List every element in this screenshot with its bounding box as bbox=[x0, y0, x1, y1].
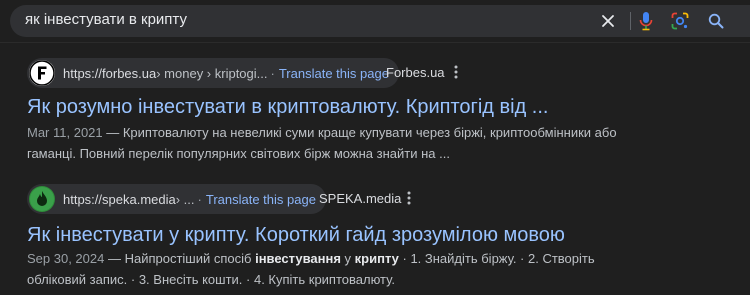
more-options-icon[interactable] bbox=[403, 190, 415, 206]
search-icon[interactable] bbox=[706, 11, 726, 31]
snippet-text: у bbox=[340, 251, 355, 266]
snippet-text-line2: обліковий запис. · 3. Внесіть кошти. · 4… bbox=[27, 272, 395, 287]
more-options-icon[interactable] bbox=[450, 64, 462, 80]
separator-dot: · bbox=[270, 65, 275, 81]
result-url-domain: https://speka.media bbox=[63, 191, 176, 207]
result-source-name: Forbes.ua bbox=[386, 65, 445, 80]
translate-link[interactable]: Translate this page bbox=[279, 66, 389, 81]
snippet-text: — Найпростіший спосіб bbox=[104, 251, 256, 266]
speka-flame-icon bbox=[29, 186, 55, 212]
result-date: Mar 11, 2021 bbox=[27, 125, 103, 140]
result-site-chip[interactable]: https://speka.media › ... · Translate th… bbox=[27, 184, 326, 214]
close-icon[interactable] bbox=[598, 11, 618, 31]
result-source-name: SPEKA.media bbox=[319, 191, 402, 206]
search-divider bbox=[630, 12, 631, 30]
snippet-text: · 1. Знайдіть біржу. · 2. Створіть bbox=[398, 251, 595, 266]
result-url-path: › money › kriptogi... bbox=[156, 65, 268, 81]
translate-link[interactable]: Translate this page bbox=[206, 192, 316, 207]
separator-dot: · bbox=[197, 191, 202, 207]
result-title-link[interactable]: Як розумно інвестувати в криптовалюту. К… bbox=[27, 96, 548, 119]
result-date: Sep 30, 2024 bbox=[27, 251, 105, 266]
result-title-link[interactable]: Як інвестувати у крипту. Короткий гайд з… bbox=[27, 224, 565, 247]
result-snippet: Mar 11, 2021 — Криптовалюту на невеликі … bbox=[27, 122, 747, 164]
snippet-text-line2: гаманці. Повний перелік популярних світо… bbox=[27, 146, 450, 161]
header-divider bbox=[0, 42, 750, 43]
snippet-highlight: інвестування bbox=[255, 251, 341, 266]
lens-icon[interactable] bbox=[670, 11, 690, 31]
snippet-highlight: крипту bbox=[354, 251, 399, 266]
search-bar[interactable]: як інвестувати в крипту bbox=[10, 5, 750, 37]
forbes-f-icon bbox=[29, 60, 55, 86]
result-url-domain: https://forbes.ua bbox=[63, 65, 157, 81]
result-snippet: Sep 30, 2024 — Найпростіший спосіб інвес… bbox=[27, 248, 747, 290]
snippet-text: — Криптовалюту на невеликі суми краще ку… bbox=[102, 125, 617, 140]
mic-icon[interactable] bbox=[636, 11, 656, 31]
search-input[interactable]: як інвестувати в крипту bbox=[25, 11, 187, 28]
result-url-path: › ... bbox=[175, 191, 195, 207]
result-site-chip[interactable]: https://forbes.ua › money › kriptogi... … bbox=[27, 58, 399, 88]
